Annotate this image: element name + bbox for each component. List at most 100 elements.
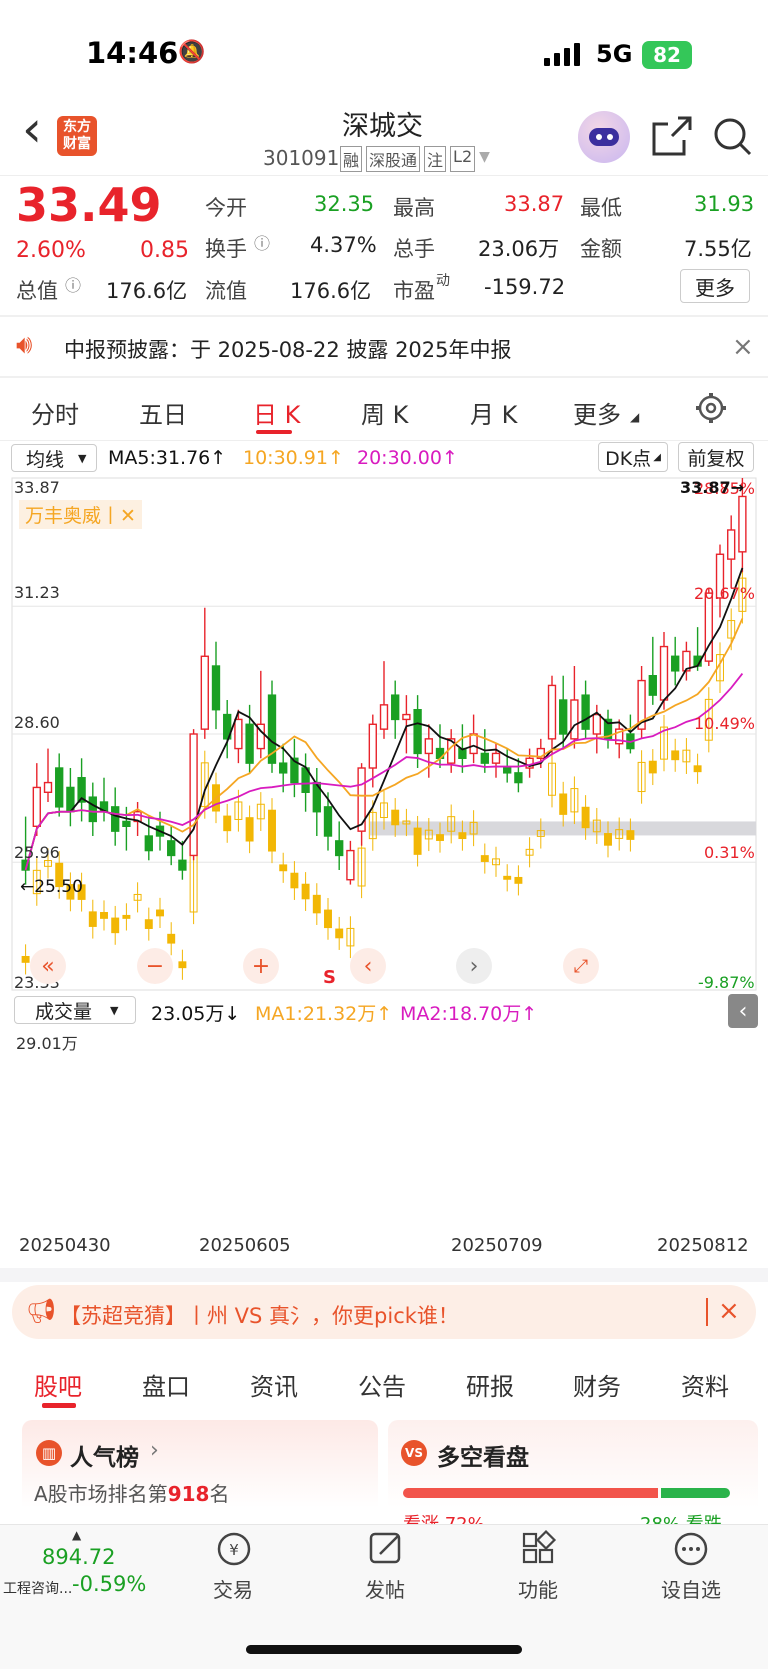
- nav-function-label[interactable]: 功能: [518, 1574, 558, 1603]
- overlay-candle-25: [301, 883, 310, 900]
- overlay-candle-7: [100, 912, 108, 919]
- overlay-candle-39: [458, 832, 467, 840]
- promo-text[interactable]: 【苏超竞猜】丨州 VS 真氵，你更pick谁！: [60, 1300, 459, 1330]
- section-gap: [0, 1268, 768, 1282]
- overlay-candle-27: [324, 909, 332, 929]
- popular-title: 人气榜: [70, 1445, 139, 1471]
- vs-title: 多空看盘: [437, 1445, 529, 1471]
- date-label-1: 20250430: [19, 1235, 111, 1256]
- tab-forum[interactable]: 股吧: [34, 1367, 82, 1402]
- candle-body-43: [503, 767, 512, 774]
- promo-divider: [706, 1298, 708, 1326]
- zoom-out-icon[interactable]: −: [137, 948, 173, 984]
- volume-readout: 23.05万↓: [151, 1003, 241, 1025]
- overlay-candle-43: [503, 875, 512, 880]
- vs-bear-bar: [661, 1488, 730, 1498]
- volume-text: 23.05万: [151, 1003, 225, 1025]
- vol-ma1-text: MA1:21.32万: [255, 1003, 377, 1025]
- pct-label-5: -9.87%: [698, 973, 755, 992]
- overlay-candle-48: [559, 793, 568, 815]
- popular-icon: ▥: [36, 1440, 62, 1466]
- nav-post-label[interactable]: 发帖: [365, 1574, 405, 1603]
- popular-rank-prefix: A股市场排名第: [34, 1482, 168, 1506]
- overlay-candle-37: [436, 834, 444, 841]
- y-label-2: 31.23: [14, 583, 60, 602]
- indicator-text: 万丰奥威丨✕: [25, 505, 136, 527]
- megaphone-icon: 📢︎: [26, 1297, 57, 1325]
- vol-ma2-text: MA2:18.70万: [400, 1003, 522, 1025]
- next-icon[interactable]: ›: [456, 948, 492, 984]
- overlay-candle-12: [156, 909, 164, 917]
- y-label-3: 28.60: [14, 713, 60, 732]
- promo-close-icon[interactable]: ×: [718, 1296, 740, 1326]
- candle-body-58: [671, 655, 680, 672]
- overlay-candle-35: [413, 827, 422, 855]
- nav-trade-label[interactable]: 交易: [213, 1574, 253, 1603]
- home-indicator: [246, 1645, 522, 1654]
- overlay-candle-8: [111, 917, 120, 934]
- pct-label-3: 10.49%: [694, 714, 756, 733]
- candle-body-11: [144, 835, 153, 852]
- candle-body-63: [727, 529, 736, 560]
- first-page-icon[interactable]: «: [30, 948, 66, 984]
- volume-caret-icon: ▼: [110, 1003, 119, 1017]
- candle-body-8: [111, 806, 120, 832]
- candle-body-6: [88, 796, 97, 823]
- popular-arrow-icon: ›: [150, 1438, 159, 1463]
- vol-ma1-readout: MA1:21.32万↑: [255, 1003, 393, 1025]
- overlay-candle-58: [671, 750, 680, 761]
- candle-body-36: [424, 738, 433, 755]
- forum-tab-indicator: [42, 1403, 76, 1408]
- candle-body-2: [43, 781, 53, 793]
- index-caret-icon: ▲: [72, 1528, 82, 1542]
- vs-bull-bar: [403, 1488, 658, 1498]
- collapse-panel-button[interactable]: ‹: [728, 994, 758, 1028]
- zoom-in-icon[interactable]: +: [243, 948, 279, 984]
- sell-marker: S: [323, 967, 336, 988]
- vs-icon: VS: [401, 1440, 427, 1466]
- candle-body-35: [413, 709, 422, 755]
- candle-body-1: [32, 786, 41, 827]
- nav-watchlist-label[interactable]: 设自选: [661, 1574, 721, 1603]
- date-label-2: 20250605: [199, 1235, 291, 1256]
- candle-body-3: [55, 767, 64, 808]
- candle-body-19: [234, 718, 243, 750]
- overlay-candle-56: [648, 760, 657, 774]
- candle-body-47: [547, 684, 557, 740]
- popular-card[interactable]: [22, 1420, 378, 1530]
- indicator-tag[interactable]: 万丰奥威丨✕: [19, 500, 142, 529]
- tab-orderbook[interactable]: 盘口: [142, 1367, 190, 1402]
- prev-icon[interactable]: ‹: [350, 948, 386, 984]
- candle-body-64: [738, 495, 747, 553]
- overlay-candle-44: [514, 876, 523, 884]
- overlay-candle-9: [122, 914, 131, 919]
- tab-announcements[interactable]: 公告: [358, 1367, 406, 1402]
- candle-body-56: [648, 675, 657, 696]
- candle-body-14: [178, 859, 187, 871]
- tab-research[interactable]: 研报: [466, 1367, 514, 1402]
- overlay-candle-41: [480, 855, 489, 862]
- candle-body-28: [335, 840, 344, 857]
- candle-body-27: [323, 806, 333, 837]
- tab-finance[interactable]: 财务: [573, 1367, 621, 1402]
- tab-profile[interactable]: 资料: [681, 1367, 729, 1402]
- overlay-candle-50: [581, 806, 590, 829]
- index-value[interactable]: 894.72: [42, 1545, 115, 1569]
- vol-ma2-readout: MA2:18.70万↑: [400, 1003, 538, 1025]
- tab-news[interactable]: 资讯: [250, 1367, 298, 1402]
- overlay-candle-22: [268, 809, 276, 852]
- index-change: -0.59%: [72, 1572, 147, 1596]
- candle-body-31: [368, 723, 377, 769]
- fullscreen-icon[interactable]: ⤢: [563, 948, 599, 984]
- candle-body-29: [346, 849, 355, 881]
- low-marker: ←25.50: [20, 877, 83, 897]
- candle-body-33: [391, 694, 400, 721]
- date-label-4: 20250812: [657, 1235, 749, 1256]
- candle-body-34: [402, 713, 411, 721]
- overlay-candle-13: [167, 933, 176, 944]
- overlay-candle-26: [312, 894, 321, 914]
- overlay-candle-14: [178, 961, 187, 969]
- candle-body-23: [279, 762, 288, 774]
- overlay-candle-23: [279, 864, 288, 872]
- volume-select[interactable]: 成交量 ▼: [14, 996, 136, 1024]
